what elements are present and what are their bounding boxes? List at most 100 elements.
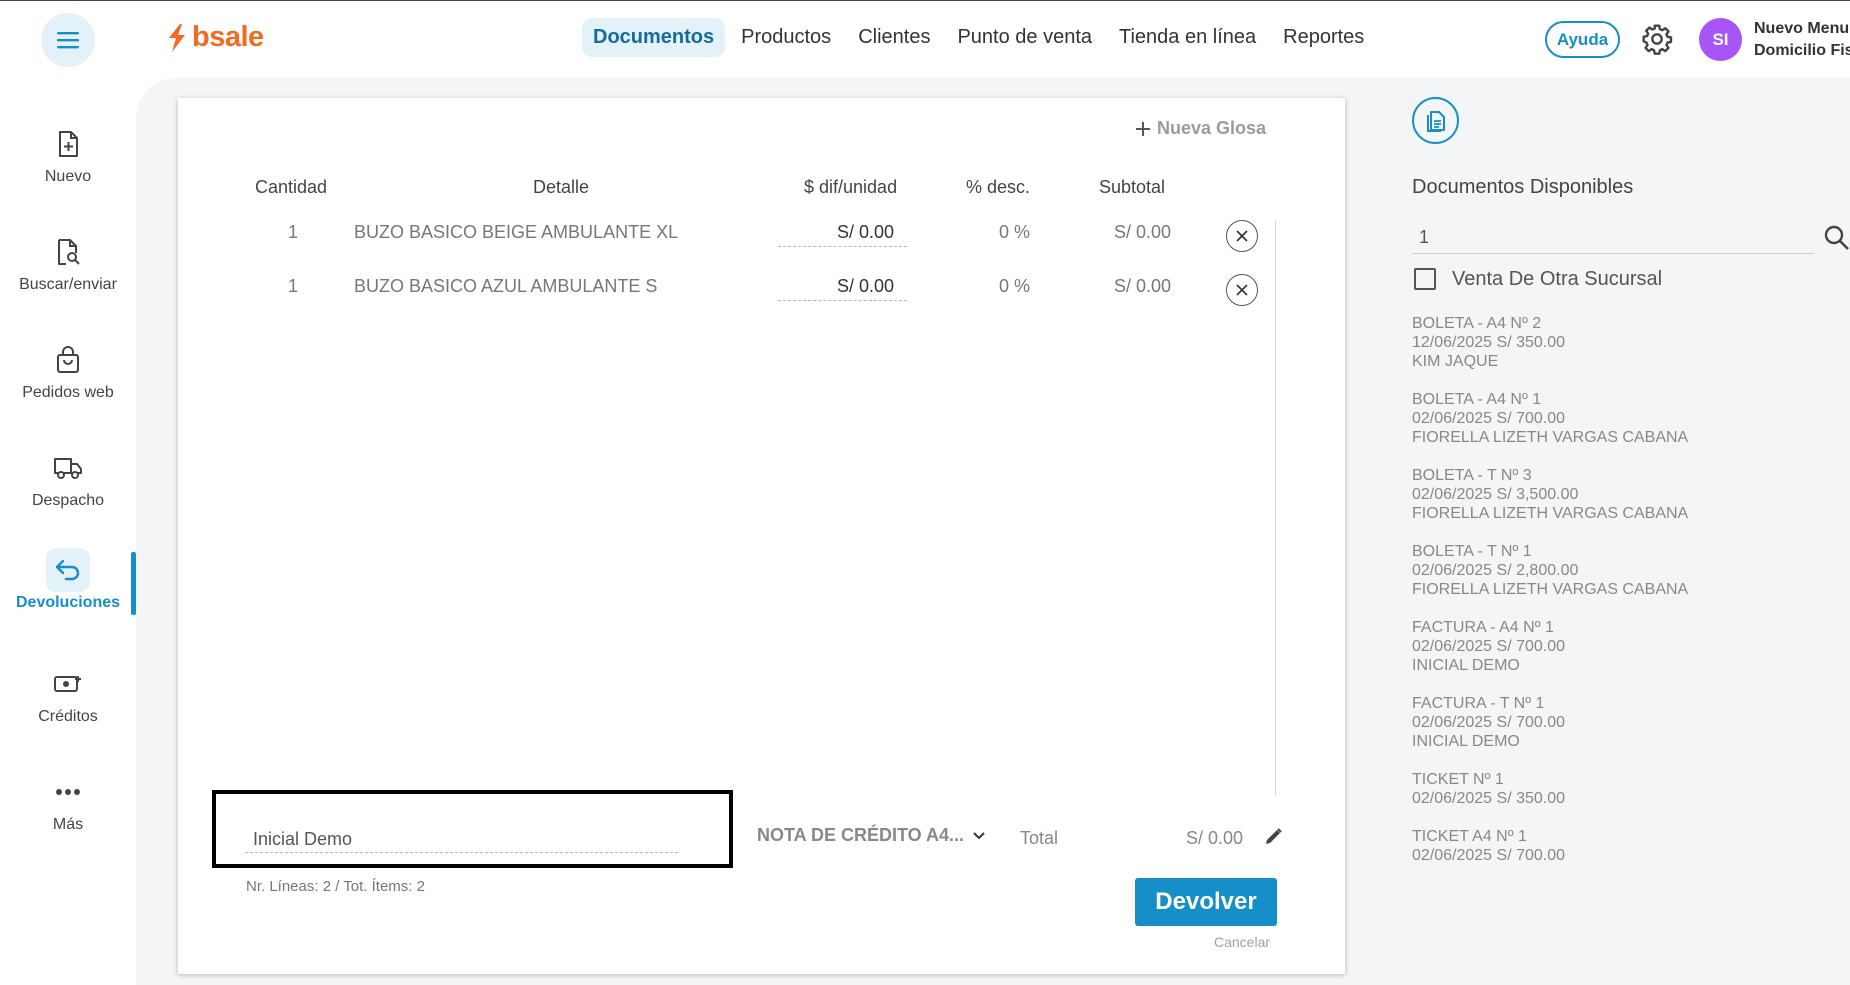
row-detail: BUZO BASICO BEIGE AMBULANTE XL (354, 222, 679, 242)
available-documents-list: BOLETA - A4 Nº 2 12/06/2025 S/ 350.00 KI… (1412, 314, 1850, 884)
sidebar-item-nuevo[interactable]: Nuevo (0, 122, 136, 202)
plus-icon (1136, 121, 1150, 136)
sidebar-item-label: Despacho (31, 492, 105, 509)
document-client: FIORELLA LIZETH VARGAS CABANA (1412, 581, 1689, 598)
search-icon[interactable] (1823, 224, 1850, 251)
sidebar-item-pedidos-web[interactable]: Pedidos web (0, 338, 136, 418)
row-quantity[interactable]: 1 (288, 222, 298, 243)
sidebar-active-indicator (131, 552, 136, 615)
pencil-icon[interactable] (1262, 826, 1284, 848)
row-detail: BUZO BASICO AZUL AMBULANTE S (354, 276, 658, 296)
document-search-input[interactable]: 1 (1412, 224, 1814, 254)
row-subtotal: S/ 0.00 (1114, 222, 1172, 242)
document-list-icon (1426, 110, 1445, 132)
sidebar-item-label: Nuevo (44, 168, 92, 185)
cancel-link[interactable]: Cancelar (1214, 934, 1270, 950)
list-item[interactable]: BOLETA - A4 Nº 2 12/06/2025 S/ 350.00 KI… (1412, 314, 1850, 371)
client-input[interactable]: Inicial Demo (245, 823, 678, 853)
close-icon (1236, 230, 1248, 242)
documents-button[interactable] (1412, 97, 1459, 144)
document-client: INICIAL DEMO (1412, 733, 1520, 750)
main-nav: Documentos Productos Clientes Punto de v… (582, 18, 1380, 57)
nav-tienda-en-linea[interactable]: Tienda en línea (1108, 18, 1267, 57)
row-dif-input[interactable]: S/ 0.00 (778, 271, 907, 301)
remove-row-button[interactable] (1226, 274, 1258, 306)
document-client: FIORELLA LIZETH VARGAS CABANA (1412, 429, 1689, 446)
bsale-logo[interactable]: bsale (166, 21, 264, 54)
sidebar-item-label: Créditos (38, 708, 98, 725)
row-discount[interactable]: 0 % (999, 222, 1030, 243)
column-header-cantidad: Cantidad (255, 177, 328, 197)
hamburger-icon (57, 32, 79, 49)
return-arrow-icon (46, 548, 90, 592)
document-client: INICIAL DEMO (1412, 657, 1520, 674)
list-item[interactable]: FACTURA - A4 Nº 1 02/06/2025 S/ 700.00 I… (1412, 618, 1850, 675)
other-branch-label: Venta De Otra Sucursal (1452, 268, 1663, 290)
sidebar-item-buscar-enviar[interactable]: Buscar/enviar (0, 230, 136, 310)
nav-punto-de-venta[interactable]: Punto de venta (946, 18, 1103, 57)
column-header-desc: % desc. (966, 177, 1031, 197)
sidebar-item-label: Pedidos web (22, 384, 114, 401)
new-gloss-button[interactable]: Nueva Glosa (1135, 118, 1266, 139)
document-title: BOLETA - A4 Nº 1 (1412, 391, 1542, 408)
row-discount[interactable]: 0 % (999, 276, 1030, 297)
document-client: FIORELLA LIZETH VARGAS CABANA (1412, 505, 1689, 522)
document-date-amount: 02/06/2025 S/ 700.00 (1412, 410, 1566, 427)
menu-button[interactable] (41, 13, 95, 67)
document-title: FACTURA - T Nº 1 (1412, 695, 1545, 712)
sidebar-item-despacho[interactable]: Despacho (0, 446, 136, 526)
nav-productos[interactable]: Productos (730, 18, 842, 57)
user-name: Nuevo Menu (1754, 20, 1850, 37)
list-item[interactable]: BOLETA - T Nº 1 02/06/2025 S/ 2,800.00 F… (1412, 542, 1850, 599)
row-dif-input[interactable]: S/ 0.00 (778, 217, 907, 247)
document-title: FACTURA - A4 Nº 1 (1412, 619, 1554, 636)
bolt-logo-icon (169, 23, 185, 52)
top-bar: bsale Documentos Productos Clientes Punt… (0, 0, 1850, 78)
row-quantity[interactable]: 1 (288, 276, 298, 297)
avatar[interactable]: SI (1699, 18, 1742, 61)
document-date-amount: 02/06/2025 S/ 2,800.00 (1412, 562, 1579, 579)
user-info[interactable]: Nuevo Menu Domicilio Fiscal (1754, 18, 1850, 62)
document-date-amount: 02/06/2025 S/ 350.00 (1412, 790, 1566, 807)
list-item[interactable]: FACTURA - T Nº 1 02/06/2025 S/ 700.00 IN… (1412, 694, 1850, 751)
lines-summary: Nr. Líneas: 2 / Tot. Ítems: 2 (246, 878, 425, 895)
nav-clientes[interactable]: Clientes (847, 18, 941, 57)
column-header-subtotal: Subtotal (1099, 177, 1166, 197)
document-type-select[interactable]: NOTA DE CRÉDITO A4... (757, 825, 986, 846)
gear-icon[interactable] (1641, 23, 1673, 55)
sidebar-item-devoluciones[interactable]: Devoluciones (0, 548, 136, 628)
column-header-detalle: Detalle (533, 177, 590, 197)
document-type-value: NOTA DE CRÉDITO A4... (757, 825, 965, 845)
logo-text: bsale (192, 21, 264, 53)
document-date-amount: 02/06/2025 S/ 700.00 (1412, 847, 1566, 864)
document-date-amount: 12/06/2025 S/ 350.00 (1412, 334, 1566, 351)
nav-documentos[interactable]: Documentos (582, 18, 726, 57)
table-scroll-divider (1275, 220, 1276, 796)
remove-row-button[interactable] (1226, 220, 1258, 252)
document-title: BOLETA - T Nº 3 (1412, 467, 1532, 484)
sidebar-item-label: Más (52, 816, 84, 833)
document-date-amount: 02/06/2025 S/ 3,500.00 (1412, 486, 1579, 503)
sidebar-item-mas[interactable]: Más (0, 770, 136, 850)
user-location: Domicilio Fiscal (1754, 42, 1850, 59)
list-item[interactable]: TICKET A4 Nº 1 02/06/2025 S/ 700.00 (1412, 827, 1850, 865)
sidebar-item-creditos[interactable]: Créditos (0, 662, 136, 742)
document-title: TICKET Nº 1 (1412, 771, 1504, 788)
total-label: Total (1020, 828, 1059, 848)
sidebar: Nuevo Buscar/enviar Pedidos web Despacho… (0, 78, 136, 985)
document-title: TICKET A4 Nº 1 (1412, 828, 1527, 845)
row-subtotal: S/ 0.00 (1114, 276, 1172, 296)
list-item[interactable]: BOLETA - A4 Nº 1 02/06/2025 S/ 700.00 FI… (1412, 390, 1850, 447)
file-plus-icon (46, 122, 90, 166)
sidebar-item-label: Buscar/enviar (19, 276, 117, 293)
nav-reportes[interactable]: Reportes (1272, 18, 1375, 57)
help-button[interactable]: Ayuda (1545, 21, 1620, 58)
more-dots-icon (46, 770, 90, 814)
list-item[interactable]: BOLETA - T Nº 3 02/06/2025 S/ 3,500.00 F… (1412, 466, 1850, 523)
other-branch-checkbox[interactable] (1414, 268, 1436, 290)
available-documents-title: Documentos Disponibles (1412, 176, 1634, 198)
list-item[interactable]: TICKET Nº 1 02/06/2025 S/ 350.00 (1412, 770, 1850, 808)
document-client: KIM JAQUE (1412, 353, 1499, 370)
new-gloss-label: Nueva Glosa (1157, 118, 1267, 138)
devolver-button[interactable]: Devolver (1135, 878, 1277, 926)
